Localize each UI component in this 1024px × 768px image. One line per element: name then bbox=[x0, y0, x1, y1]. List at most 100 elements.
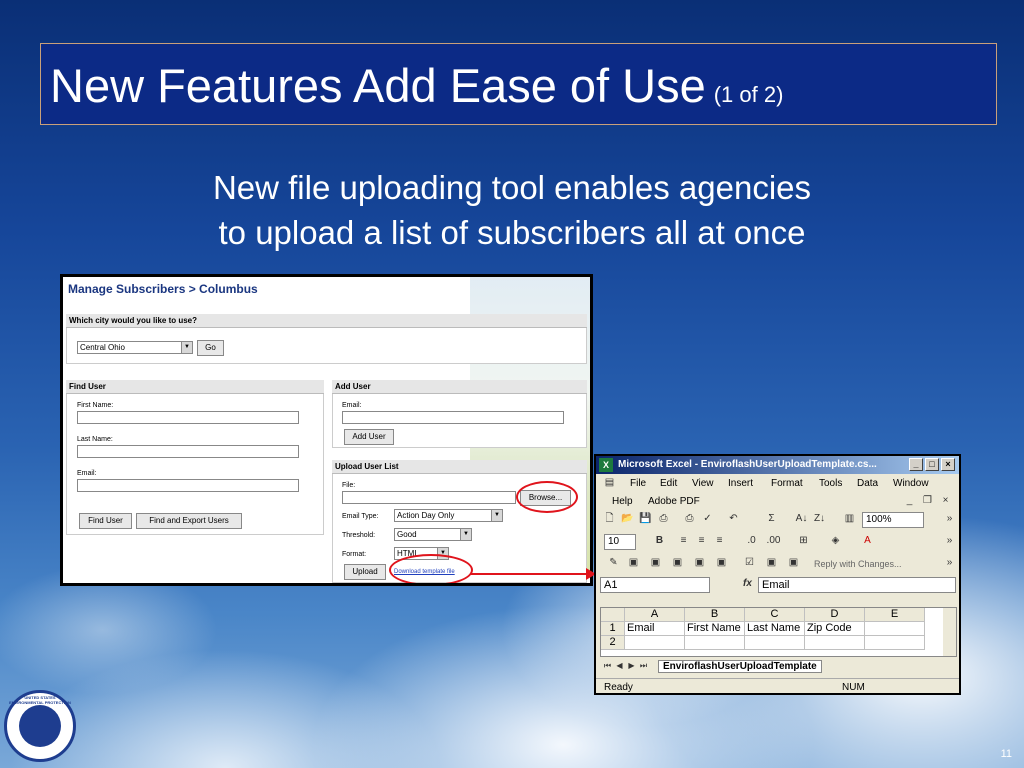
slide-title-suffix: (1 of 2) bbox=[713, 82, 784, 107]
review-icon[interactable]: ▣ bbox=[670, 556, 685, 570]
excel-menu-bar-1: ▤ File Edit View Insert Format Tools Dat… bbox=[596, 474, 959, 492]
increase-decimal-icon[interactable]: .0 bbox=[744, 534, 759, 548]
cell-b2[interactable] bbox=[685, 636, 745, 650]
highlight-icon[interactable]: ✎ bbox=[606, 556, 621, 570]
name-box[interactable]: A1 bbox=[600, 577, 710, 593]
font-color-icon[interactable]: A bbox=[860, 534, 875, 548]
last-sheet-icon[interactable]: ⏭ bbox=[636, 659, 651, 673]
sheet-tab-bar: ⏮ ◀ ▶ ⏭ EnviroflashUserUploadTemplate bbox=[600, 659, 957, 674]
subtitle-line-1: New file uploading tool enables agencies bbox=[212, 169, 812, 206]
zoom-select[interactable]: 100% bbox=[862, 512, 924, 528]
new-icon[interactable]: 🗋 bbox=[602, 512, 617, 526]
find-email-label: Email: bbox=[77, 470, 97, 477]
fill-color-icon[interactable]: ◈ bbox=[828, 534, 843, 548]
find-export-button[interactable]: Find and Export Users bbox=[136, 513, 242, 529]
close-icon[interactable]: × bbox=[941, 458, 955, 471]
sort-ascending-icon[interactable]: A↓ bbox=[794, 512, 809, 526]
city-select[interactable]: Central Ohio ▼ bbox=[77, 341, 193, 354]
align-center-icon[interactable]: ≡ bbox=[694, 534, 709, 548]
column-header-c[interactable]: C bbox=[745, 608, 805, 622]
menu-tools[interactable]: Tools bbox=[819, 478, 842, 489]
add-user-button[interactable]: Add User bbox=[344, 429, 394, 445]
review-icon[interactable]: ▣ bbox=[626, 556, 641, 570]
cell-d2[interactable] bbox=[805, 636, 865, 650]
menu-edit[interactable]: Edit bbox=[660, 478, 677, 489]
vertical-scrollbar[interactable] bbox=[943, 608, 956, 656]
menu-insert[interactable]: Insert bbox=[728, 478, 753, 489]
borders-icon[interactable]: ⊞ bbox=[796, 534, 811, 548]
find-email-input[interactable] bbox=[77, 479, 299, 492]
cell-e2[interactable] bbox=[865, 636, 925, 650]
menu-format[interactable]: Format bbox=[771, 478, 803, 489]
review-icon[interactable]: ▣ bbox=[786, 556, 801, 570]
minimize-icon[interactable]: _ bbox=[909, 458, 923, 471]
excel-reviewing-toolbar: ✎ ▣ ▣ ▣ ▣ ▣ ☑ ▣ ▣ Reply with Changes... … bbox=[596, 554, 959, 576]
page-number: 11 bbox=[1000, 748, 1012, 760]
cell-a2[interactable] bbox=[625, 636, 685, 650]
row-header-1[interactable]: 1 bbox=[601, 622, 625, 636]
track-changes-icon[interactable]: ☑ bbox=[742, 556, 757, 570]
menu-data[interactable]: Data bbox=[857, 478, 878, 489]
window-restore-icon[interactable]: ❐ bbox=[920, 494, 935, 508]
threshold-value: Good bbox=[397, 530, 417, 539]
chevron-down-icon: ▼ bbox=[460, 529, 471, 540]
review-icon[interactable]: ▣ bbox=[764, 556, 779, 570]
fx-icon[interactable]: fx bbox=[740, 577, 755, 591]
cell-d1[interactable]: Zip Code bbox=[805, 622, 865, 636]
review-icon[interactable]: ▣ bbox=[692, 556, 707, 570]
formula-input[interactable]: Email bbox=[758, 577, 956, 593]
menu-help[interactable]: Help bbox=[612, 496, 633, 507]
align-left-icon[interactable]: ≡ bbox=[676, 534, 691, 548]
sort-descending-icon[interactable]: Z↓ bbox=[812, 512, 827, 526]
menu-window[interactable]: Window bbox=[893, 478, 929, 489]
menu-adobe-pdf[interactable]: Adobe PDF bbox=[648, 496, 700, 507]
save-icon[interactable]: 💾 bbox=[638, 512, 653, 526]
email-type-select[interactable]: Action Day Only ▼ bbox=[394, 509, 503, 522]
bold-icon[interactable]: B bbox=[652, 534, 667, 548]
print-icon[interactable]: ⎙ bbox=[682, 512, 697, 526]
chevron-down-icon: ▼ bbox=[491, 510, 502, 521]
align-right-icon[interactable]: ≡ bbox=[712, 534, 727, 548]
review-icon[interactable]: ▣ bbox=[714, 556, 729, 570]
open-icon[interactable]: 📂 bbox=[620, 512, 635, 526]
restore-icon[interactable]: _ bbox=[902, 494, 917, 508]
menu-file[interactable]: File bbox=[630, 478, 646, 489]
sheet-tab[interactable]: EnviroflashUserUploadTemplate bbox=[658, 660, 822, 673]
column-header-e[interactable]: E bbox=[865, 608, 925, 622]
last-name-input[interactable] bbox=[77, 445, 299, 458]
row-header-2[interactable]: 2 bbox=[601, 636, 625, 650]
cell-c2[interactable] bbox=[745, 636, 805, 650]
column-header-b[interactable]: B bbox=[685, 608, 745, 622]
cell-a1[interactable]: Email bbox=[625, 622, 685, 636]
file-input[interactable] bbox=[342, 491, 516, 504]
add-email-input[interactable] bbox=[342, 411, 564, 424]
review-icon[interactable]: ▣ bbox=[648, 556, 663, 570]
permission-icon[interactable]: ⎙ bbox=[656, 512, 671, 526]
undo-icon[interactable]: ↶ bbox=[726, 512, 741, 526]
font-size-select[interactable]: 10 bbox=[604, 534, 636, 550]
autosum-icon[interactable]: Σ bbox=[764, 512, 779, 526]
threshold-select[interactable]: Good ▼ bbox=[394, 528, 472, 541]
cell-c1[interactable]: Last Name bbox=[745, 622, 805, 636]
toolbar-options-icon[interactable]: » bbox=[942, 534, 957, 548]
find-user-button[interactable]: Find User bbox=[79, 513, 132, 529]
subtitle-line-2: to upload a list of subscribers all at o… bbox=[218, 214, 806, 251]
decrease-decimal-icon[interactable]: .00 bbox=[766, 534, 781, 548]
menu-view[interactable]: View bbox=[692, 478, 714, 489]
maximize-icon[interactable]: □ bbox=[925, 458, 939, 471]
first-name-input[interactable] bbox=[77, 411, 299, 424]
cell-e1[interactable] bbox=[865, 622, 925, 636]
toolbar-options-icon[interactable]: » bbox=[942, 556, 957, 570]
reply-with-changes[interactable]: Reply with Changes... bbox=[814, 559, 902, 569]
column-header-d[interactable]: D bbox=[805, 608, 865, 622]
epa-seal-logo: UNITED STATES ENVIRONMENTAL PROTECTION A… bbox=[4, 690, 76, 762]
column-header-a[interactable]: A bbox=[625, 608, 685, 622]
cell-b1[interactable]: First Name bbox=[685, 622, 745, 636]
upload-button[interactable]: Upload bbox=[344, 564, 386, 580]
spelling-icon[interactable]: ✓ bbox=[700, 512, 715, 526]
select-all-cell[interactable] bbox=[601, 608, 625, 622]
go-button[interactable]: Go bbox=[197, 340, 224, 356]
chart-wizard-icon[interactable]: ▥ bbox=[842, 512, 857, 526]
close-workbook-icon[interactable]: × bbox=[938, 494, 953, 508]
toolbar-options-icon[interactable]: » bbox=[942, 512, 957, 526]
